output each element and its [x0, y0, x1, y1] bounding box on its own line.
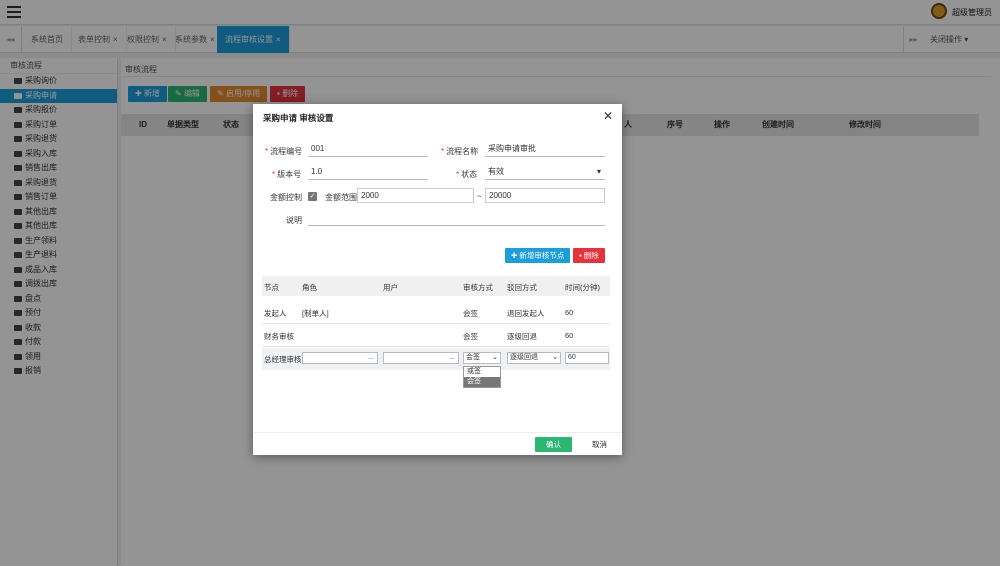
dropdown-option[interactable]: 或签	[464, 367, 500, 377]
th-reject: 驳回方式	[507, 283, 537, 292]
th-mode: 审核方式	[463, 283, 493, 292]
reject-value: 逐级回退	[510, 354, 538, 361]
row-divider	[262, 323, 610, 324]
row1-timeout: 60	[565, 308, 574, 317]
button-label: 新增审核节点	[519, 251, 565, 260]
amount-range-label: 金额范围	[325, 193, 357, 202]
dropdown-option-selected[interactable]: 会签	[464, 377, 500, 387]
row3-timeout-input[interactable]: 60	[565, 352, 609, 364]
th-role: 角色	[302, 283, 317, 292]
close-icon[interactable]: ✕	[603, 109, 613, 123]
row3-user-picker[interactable]: ...	[383, 352, 459, 364]
cancel-button[interactable]: 取消	[583, 437, 616, 452]
th-node: 节点	[264, 283, 279, 292]
status-value: 有效	[488, 167, 504, 176]
delete-node-button[interactable]: ▪ 删除	[573, 248, 605, 263]
row1-mode: 会签	[463, 309, 478, 318]
trash-icon: ▪	[579, 251, 582, 260]
chevron-down-icon: ⌄	[492, 354, 498, 361]
plus-icon: ✚	[511, 251, 518, 260]
flow-no-label: * 流程编号	[265, 147, 303, 156]
amount-ctrl-label: 金额控制	[270, 193, 302, 202]
th-timeout: 时间(分钟)	[565, 283, 600, 292]
amount-ctrl-checkbox[interactable]: ✓	[308, 192, 317, 201]
confirm-button[interactable]: 确认	[535, 437, 572, 452]
status-select[interactable]: 有效 ▾	[485, 165, 605, 180]
row3-role-picker[interactable]: ...	[302, 352, 378, 364]
amount-min-input[interactable]: 2000	[357, 188, 474, 203]
version-input[interactable]: 1.0	[308, 165, 428, 180]
range-separator: ~	[477, 192, 482, 201]
row1-reject: 退回发起人	[507, 309, 545, 318]
button-label: 删除	[583, 251, 599, 260]
flow-settings-dialog: 采购申请 审核设置 ✕ * 流程编号 001 * 流程名称 采购申请审批 * 版本号 …	[253, 104, 622, 455]
amount-max-input[interactable]: 20000	[485, 188, 605, 203]
flow-name-label: * 流程名称	[441, 147, 479, 156]
flow-name-input[interactable]: 采购申请审批	[485, 142, 605, 157]
row2-reject: 逐级回退	[507, 332, 537, 341]
mode-dropdown-list: 或签 会签	[463, 366, 501, 388]
th-user: 用户	[383, 283, 398, 292]
row2-timeout: 60	[565, 331, 574, 340]
note-input[interactable]	[308, 211, 605, 226]
chevron-down-icon: ⌄	[552, 354, 558, 361]
note-label: 说明	[286, 216, 302, 225]
footer-divider	[253, 432, 622, 433]
row3-mode-select[interactable]: 会签 ⌄	[463, 352, 501, 364]
add-node-button[interactable]: ✚ 新增审核节点	[505, 248, 571, 263]
row3-node[interactable]: 总经理审核	[264, 354, 302, 365]
row-divider	[262, 346, 610, 347]
flow-no-input[interactable]: 001	[308, 142, 428, 157]
caret-down-icon: ▾	[596, 167, 601, 176]
row1-node: 发起人	[264, 309, 287, 318]
dialog-title: 采购申请 审核设置	[263, 113, 334, 123]
row2-node: 财务审核	[264, 332, 294, 341]
status-label: * 状态	[456, 170, 478, 179]
row1-role: [制单人]	[302, 309, 329, 318]
version-label: * 版本号	[272, 170, 302, 179]
row3-reject-select[interactable]: 逐级回退 ⌄	[507, 352, 561, 364]
mode-value: 会签	[466, 354, 480, 361]
row2-mode: 会签	[463, 332, 478, 341]
